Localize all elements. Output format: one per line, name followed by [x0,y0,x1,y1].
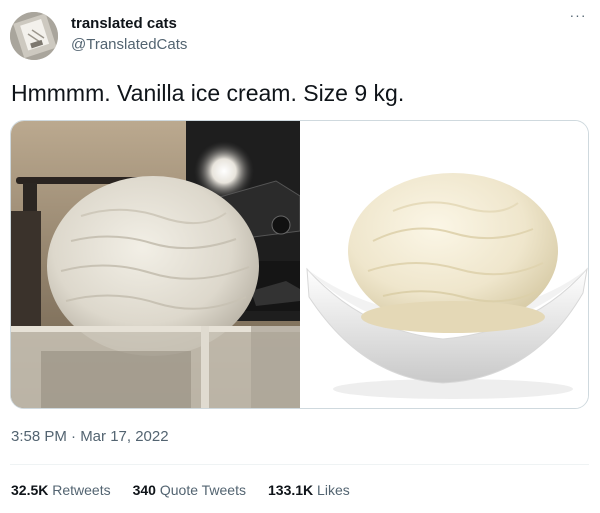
retweets-label: Retweets [52,482,111,498]
avatar[interactable] [10,12,58,60]
cat-photo[interactable] [11,121,300,408]
likes-label: Likes [317,482,350,498]
avatar-image [10,12,58,60]
likes-count: 133.1K [268,482,314,498]
ice-cream-photo[interactable] [303,121,588,408]
retweets-count: 32.5K [11,482,49,498]
media-grid [10,120,589,409]
quote-tweets-count: 340 [132,482,156,498]
likes-stat[interactable]: 133.1K Likes [268,482,350,498]
divider [10,464,589,465]
more-options-icon[interactable]: ··· [567,8,589,26]
tweet-card: translated cats @TranslatedCats ··· Hmmm… [0,0,600,513]
retweets-stat[interactable]: 32.5K Retweets [11,482,111,498]
tweet-timestamp[interactable]: 3:58 PM · Mar 17, 2022 [11,428,169,445]
tweet-text: Hmmmm. Vanilla ice cream. Size 9 kg. [11,80,405,106]
user-handle[interactable]: @TranslatedCats [71,36,187,53]
quote-tweets-stat[interactable]: 340 Quote Tweets [133,482,246,498]
engagement-stats: 32.5K Retweets 340 Quote Tweets 133.1K L… [11,482,350,498]
display-name[interactable]: translated cats [71,15,177,32]
quote-tweets-label: Quote Tweets [159,482,246,498]
